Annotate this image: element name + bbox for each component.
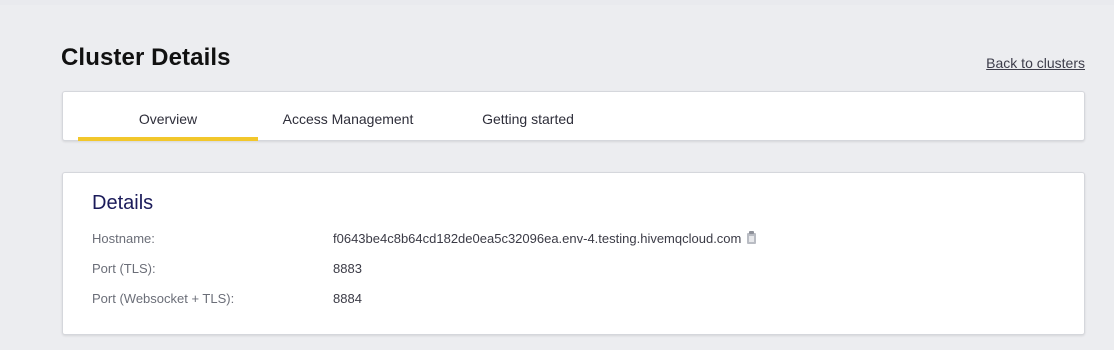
- hostname-value-wrap: f0643be4c8b64cd182de0ea5c32096ea.env-4.t…: [333, 231, 757, 246]
- back-to-clusters-link[interactable]: Back to clusters: [986, 55, 1085, 71]
- tab-getting-started[interactable]: Getting started: [438, 92, 618, 140]
- port-tls-label: Port (TLS):: [92, 261, 156, 276]
- active-tab-indicator: [78, 137, 258, 141]
- tab-access-management[interactable]: Access Management: [258, 92, 438, 140]
- tabs-bar: Overview Access Management Getting start…: [62, 91, 1085, 141]
- top-strip: [0, 0, 1114, 5]
- tab-overview[interactable]: Overview: [78, 92, 258, 140]
- clipboard-icon[interactable]: [747, 231, 757, 244]
- port-websocket-tls-label: Port (Websocket + TLS):: [92, 291, 235, 306]
- port-websocket-tls-value: 8884: [333, 291, 362, 306]
- hostname-label: Hostname:: [92, 231, 155, 246]
- hostname-value: f0643be4c8b64cd182de0ea5c32096ea.env-4.t…: [333, 231, 742, 246]
- page-title: Cluster Details: [61, 44, 231, 71]
- port-tls-value: 8883: [333, 261, 362, 276]
- details-card: Details Hostname: f0643be4c8b64cd182de0e…: [62, 172, 1085, 335]
- cluster-details-page: Cluster Details Back to clusters Overvie…: [0, 0, 1114, 350]
- details-heading: Details: [92, 192, 154, 214]
